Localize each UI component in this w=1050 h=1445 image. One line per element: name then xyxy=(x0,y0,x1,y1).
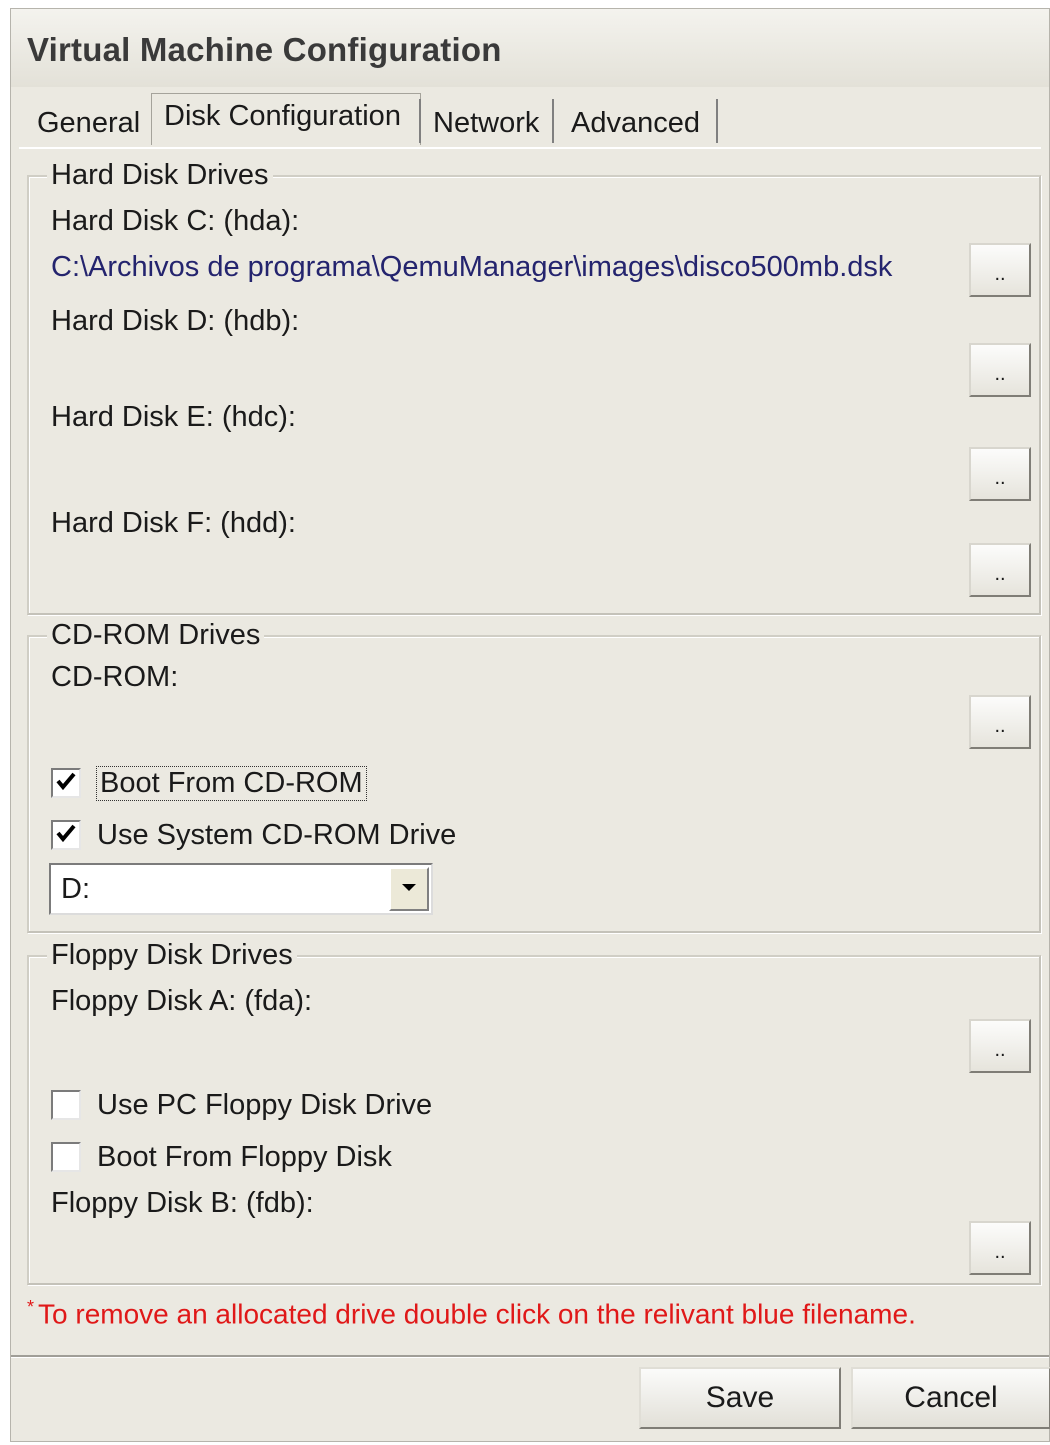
use-system-cdrom-checkbox[interactable] xyxy=(51,820,81,850)
note-text: To remove an allocated drive double clic… xyxy=(38,1298,916,1330)
hard-disk-e-label: Hard Disk E: (hdc): xyxy=(51,401,296,433)
cdrom-drive-value: D: xyxy=(61,873,90,905)
hard-disk-legend: Hard Disk Drives xyxy=(47,159,273,192)
cdrom-group: CD-ROM Drives CD-ROM: .. Boot From CD-RO… xyxy=(27,619,1041,933)
browse-button-label: .. xyxy=(994,563,1006,585)
checkmark-icon xyxy=(56,772,76,791)
hard-disk-c-path[interactable]: C:\Archivos de programa\QemuManager\imag… xyxy=(51,251,892,284)
boot-from-cdrom-checkbox[interactable] xyxy=(51,768,81,798)
hard-disk-c-browse-button[interactable]: .. xyxy=(969,243,1031,297)
boot-from-floppy-label[interactable]: Boot From Floppy Disk xyxy=(97,1141,392,1174)
remove-drive-note: * To remove an allocated drive double cli… xyxy=(27,1297,916,1330)
footer-divider xyxy=(11,1355,1049,1358)
checkmark-icon xyxy=(56,824,76,843)
tab-separator xyxy=(552,99,554,143)
hard-disk-f-browse-button[interactable]: .. xyxy=(969,543,1031,597)
vm-config-window: Virtual Machine Configuration General Di… xyxy=(10,8,1050,1442)
hard-disk-f-label: Hard Disk F: (hdd): xyxy=(51,507,296,539)
cdrom-drive-select[interactable]: D: xyxy=(49,863,433,915)
use-system-cdrom-row[interactable]: Use System CD-ROM Drive xyxy=(51,815,456,855)
cdrom-legend: CD-ROM Drives xyxy=(47,619,265,652)
cancel-button[interactable]: Cancel xyxy=(851,1367,1050,1429)
browse-button-label: .. xyxy=(994,263,1006,285)
browse-button-label: .. xyxy=(994,715,1006,737)
note-asterisk: * xyxy=(27,1297,35,1317)
use-pc-floppy-label[interactable]: Use PC Floppy Disk Drive xyxy=(97,1089,432,1122)
tab-strip: General Disk Configuration Network Advan… xyxy=(11,93,1049,149)
use-pc-floppy-checkbox[interactable] xyxy=(51,1090,81,1120)
title-bar: Virtual Machine Configuration xyxy=(11,9,1049,87)
tab-advanced[interactable]: Advanced xyxy=(559,99,712,143)
boot-from-floppy-row[interactable]: Boot From Floppy Disk xyxy=(51,1137,392,1177)
boot-from-cdrom-label[interactable]: Boot From CD-ROM xyxy=(96,765,367,801)
cdrom-label: CD-ROM: xyxy=(51,661,179,693)
floppy-group: Floppy Disk Drives Floppy Disk A: (fda):… xyxy=(27,939,1041,1285)
tab-separator xyxy=(716,99,718,143)
floppy-b-browse-button[interactable]: .. xyxy=(969,1221,1031,1275)
hard-disk-c-label: Hard Disk C: (hda): xyxy=(51,205,300,237)
browse-button-label: .. xyxy=(994,467,1006,489)
dropdown-button[interactable] xyxy=(389,867,429,911)
browse-button-label: .. xyxy=(994,1039,1006,1061)
tab-disk-configuration[interactable]: Disk Configuration xyxy=(151,93,421,145)
floppy-b-label: Floppy Disk B: (fdb): xyxy=(51,1187,314,1219)
use-system-cdrom-label[interactable]: Use System CD-ROM Drive xyxy=(97,819,456,852)
boot-from-floppy-checkbox[interactable] xyxy=(51,1142,81,1172)
floppy-a-label: Floppy Disk A: (fda): xyxy=(51,985,313,1017)
chevron-down-icon xyxy=(402,884,416,891)
tab-general[interactable]: General xyxy=(25,99,152,143)
window-title: Virtual Machine Configuration xyxy=(27,31,502,68)
hard-disk-e-browse-button[interactable]: .. xyxy=(969,447,1031,501)
hard-disk-d-label: Hard Disk D: (hdb): xyxy=(51,305,300,337)
disk-configuration-panel: Hard Disk Drives Hard Disk C: (hda): C:\… xyxy=(19,147,1041,1357)
browse-button-label: .. xyxy=(994,1241,1006,1263)
floppy-a-browse-button[interactable]: .. xyxy=(969,1019,1031,1073)
tab-network[interactable]: Network xyxy=(421,99,551,143)
floppy-legend: Floppy Disk Drives xyxy=(47,939,297,972)
cdrom-browse-button[interactable]: .. xyxy=(969,695,1031,749)
browse-button-label: .. xyxy=(994,363,1006,385)
hard-disk-d-browse-button[interactable]: .. xyxy=(969,343,1031,397)
hard-disk-group: Hard Disk Drives Hard Disk C: (hda): C:\… xyxy=(27,159,1041,615)
use-pc-floppy-row[interactable]: Use PC Floppy Disk Drive xyxy=(51,1085,432,1125)
save-button[interactable]: Save xyxy=(639,1367,841,1429)
boot-from-cdrom-row[interactable]: Boot From CD-ROM xyxy=(51,763,367,803)
